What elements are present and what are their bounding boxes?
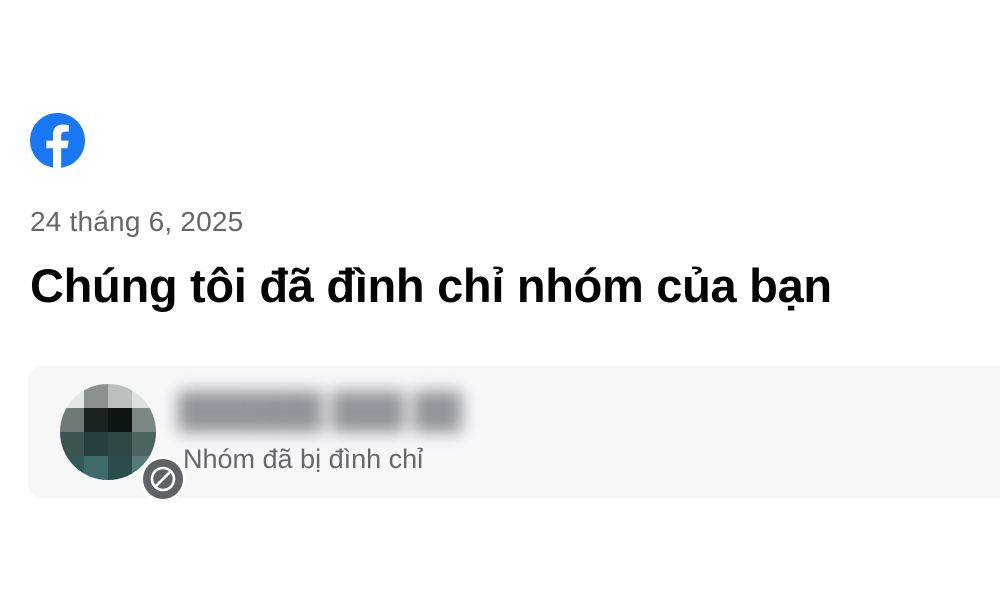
facebook-logo-icon bbox=[30, 113, 85, 168]
suspended-group-card[interactable]: ██████ ███ ██ Nhóm đã bị đình chỉ bbox=[28, 366, 1000, 502]
group-avatar-photo bbox=[60, 384, 156, 480]
group-status-text: Nhóm đã bị đình chỉ bbox=[183, 444, 424, 474]
notice-title: Chúng tôi đã đình chỉ nhóm của bạn bbox=[30, 259, 832, 312]
group-avatar[interactable] bbox=[60, 384, 186, 502]
suspended-icon bbox=[140, 456, 186, 502]
notice-date: 24 tháng 6, 2025 bbox=[30, 206, 244, 237]
group-name[interactable]: ██████ ███ ██ bbox=[178, 388, 508, 434]
